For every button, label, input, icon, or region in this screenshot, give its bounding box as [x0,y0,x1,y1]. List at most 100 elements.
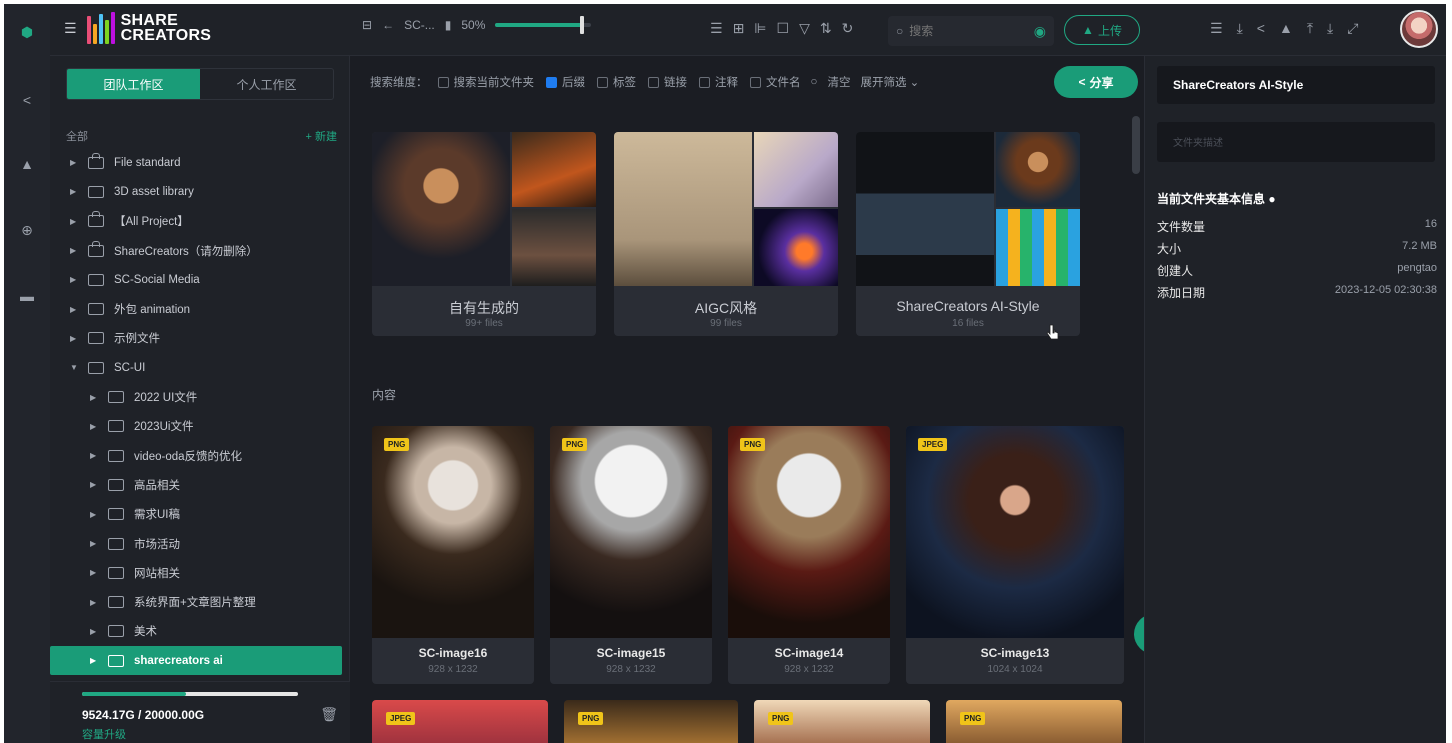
tree-item[interactable]: ▶ 美术 [50,617,350,646]
caret-right-icon[interactable]: ▶ [90,422,100,431]
checkbox-icon[interactable] [648,76,659,88]
filter-checkbox[interactable]: 搜索当前文件夹 [437,74,534,90]
trash-icon[interactable]: ▬ [17,286,37,306]
tree-item[interactable]: ▶ 市场活动 [50,529,350,558]
caret-right-icon[interactable]: ▶ [90,598,100,607]
caret-right-icon[interactable]: ▶ [90,568,100,577]
tree-item[interactable]: ▶ File standard [50,148,350,177]
filter-checkbox[interactable]: 文件名 [750,74,801,90]
tree-item[interactable]: ▶ sharecreators ai [50,646,342,676]
caret-right-icon[interactable]: ▶ [70,217,80,226]
menu-icon[interactable]: ☰ [64,20,77,37]
upgrade-link[interactable]: 容量升级 [82,726,126,742]
back-icon[interactable]: ← [382,18,394,32]
tree-item[interactable]: ▶ 系统界面+文章图片整理 [50,587,350,616]
caret-right-icon[interactable]: ▶ [90,480,100,489]
bell-icon[interactable]: ▲ [17,154,37,174]
image-card[interactable]: PNG SC-image15 928 x 1232 [550,426,712,684]
tree-item[interactable]: ▶ video-oda反馈的优化 [50,441,350,470]
new-folder-button[interactable]: + 新建 [306,128,337,144]
tree-item[interactable]: ▶ 网站相关 [50,558,350,587]
image-card[interactable]: PNG [564,700,738,743]
checkbox-icon[interactable] [437,76,449,88]
expand-filter-button[interactable]: 展开筛选 ⌄ [860,74,919,90]
breadcrumb[interactable]: SC-... [404,18,435,32]
tree-item[interactable]: ▼ SC-UI [50,353,350,382]
folder-title[interactable]: ShareCreators AI-Style [1157,66,1435,104]
filter-checkbox[interactable]: 链接 [648,74,687,90]
caret-right-icon[interactable]: ▶ [90,539,100,548]
grid-view-icon[interactable]: ⊞ [733,20,745,37]
camera-search-icon[interactable]: ◉ [1034,23,1046,40]
caret-right-icon[interactable]: ▶ [70,246,80,255]
search-input[interactable] [909,24,1010,38]
user-avatar[interactable] [1400,10,1438,48]
caret-right-icon[interactable]: ▶ [70,275,80,284]
home-icon[interactable]: ⬢ [17,22,37,42]
recycle-bin-icon[interactable]: 🗑 [320,706,338,723]
image-card[interactable]: PNG SC-image14 928 x 1232 [728,426,890,684]
checkbox-icon[interactable] [699,76,710,88]
tree-item[interactable]: ▶ 2023Ui文件 [50,412,350,441]
search-box[interactable]: ○ ◉ [888,16,1054,46]
tree-item[interactable]: ▶ 高品相关 [50,470,350,499]
tab-team-workspace[interactable]: 团队工作区 [67,69,200,99]
share-button[interactable]: < 分享 [1054,66,1138,98]
filter-icon[interactable]: ▽ [799,20,810,37]
image-card[interactable]: PNG [946,700,1122,743]
tree-item[interactable]: ▶ 3D asset library [50,177,350,206]
filter-checkbox[interactable]: 注释 [699,74,738,90]
folder-card[interactable]: 自有生成的 99+ files [372,132,596,336]
download-icon[interactable]: ⤓ [1237,20,1243,37]
tab-personal-workspace[interactable]: 个人工作区 [200,69,333,99]
image-card[interactable]: PNG [754,700,930,743]
share-link-icon[interactable]: < [1257,20,1265,37]
all-label[interactable]: 全部 [66,128,88,144]
folder-card[interactable]: AIGC风格 99 files [614,132,838,336]
caret-right-icon[interactable]: ▶ [90,451,100,460]
caret-right-icon[interactable]: ▶ [90,656,100,665]
folder-description-field[interactable]: 文件夹描述 [1157,122,1435,162]
zoom-slider[interactable] [495,16,592,34]
caret-right-icon[interactable]: ▶ [70,305,80,314]
task-list-icon[interactable]: ☰ [1210,20,1223,37]
caret-right-icon[interactable]: ▶ [90,510,100,519]
tree-item[interactable]: ▶ 【All Project】 [50,207,350,236]
info-icon[interactable]: ● [1268,192,1275,206]
caret-right-icon[interactable]: ▶ [90,393,100,402]
plugin-icon[interactable]: ⊕ [17,220,37,240]
import-icon[interactable]: ⤒ [1307,20,1313,37]
flow-view-icon[interactable]: ⊫ [754,20,766,37]
caret-right-icon[interactable]: ▶ [70,187,80,196]
clear-button[interactable]: 清空 [827,74,850,90]
tree-item[interactable]: ▶ 外包 animation [50,294,350,323]
caret-right-icon[interactable]: ▶ [90,627,100,636]
content-scrollbar[interactable] [1132,116,1140,174]
checkbox-icon[interactable] [597,76,608,88]
checkbox-icon[interactable] [750,76,761,88]
tree-item[interactable]: ▶ 2022 UI文件 [50,382,350,411]
tree-item[interactable]: ▶ 需求UI稿 [50,500,350,529]
image-card[interactable]: JPEG SC-image13 1024 x 1024 [906,426,1124,684]
filter-checkbox[interactable]: 后缀 [546,74,585,90]
caret-right-icon[interactable]: ▶ [70,158,80,167]
collapse-icon[interactable]: ⊟ [362,18,372,32]
brand-logo[interactable]: ☰ SHARE CREATORS [64,12,211,44]
clear-icon[interactable]: ○ [811,76,818,88]
fullscreen-icon[interactable]: ⤢ [1347,20,1358,37]
notification-icon[interactable]: ▲ [1279,20,1293,37]
image-card[interactable]: JPEG [372,700,548,743]
upload-button[interactable]: ▲ 上传 [1064,15,1140,45]
tree-item[interactable]: ▶ ShareCreators（请勿删除） [50,236,350,265]
tree-item[interactable]: ▶ 示例文件 [50,324,350,353]
refresh-icon[interactable]: ↻ [842,20,854,37]
list-view-icon[interactable]: ☰ [710,20,723,37]
export-icon[interactable]: ⤓ [1327,20,1333,37]
square-view-icon[interactable]: ☐ [777,20,790,37]
checkbox-checked-icon[interactable] [546,76,557,88]
caret-down-icon[interactable]: ▼ [70,363,80,372]
image-card[interactable]: PNG SC-image16 928 x 1232 [372,426,534,684]
sort-icon[interactable]: ⇅ [820,20,832,37]
filter-checkbox[interactable]: 标签 [597,74,636,90]
share-icon[interactable]: < [17,90,37,110]
